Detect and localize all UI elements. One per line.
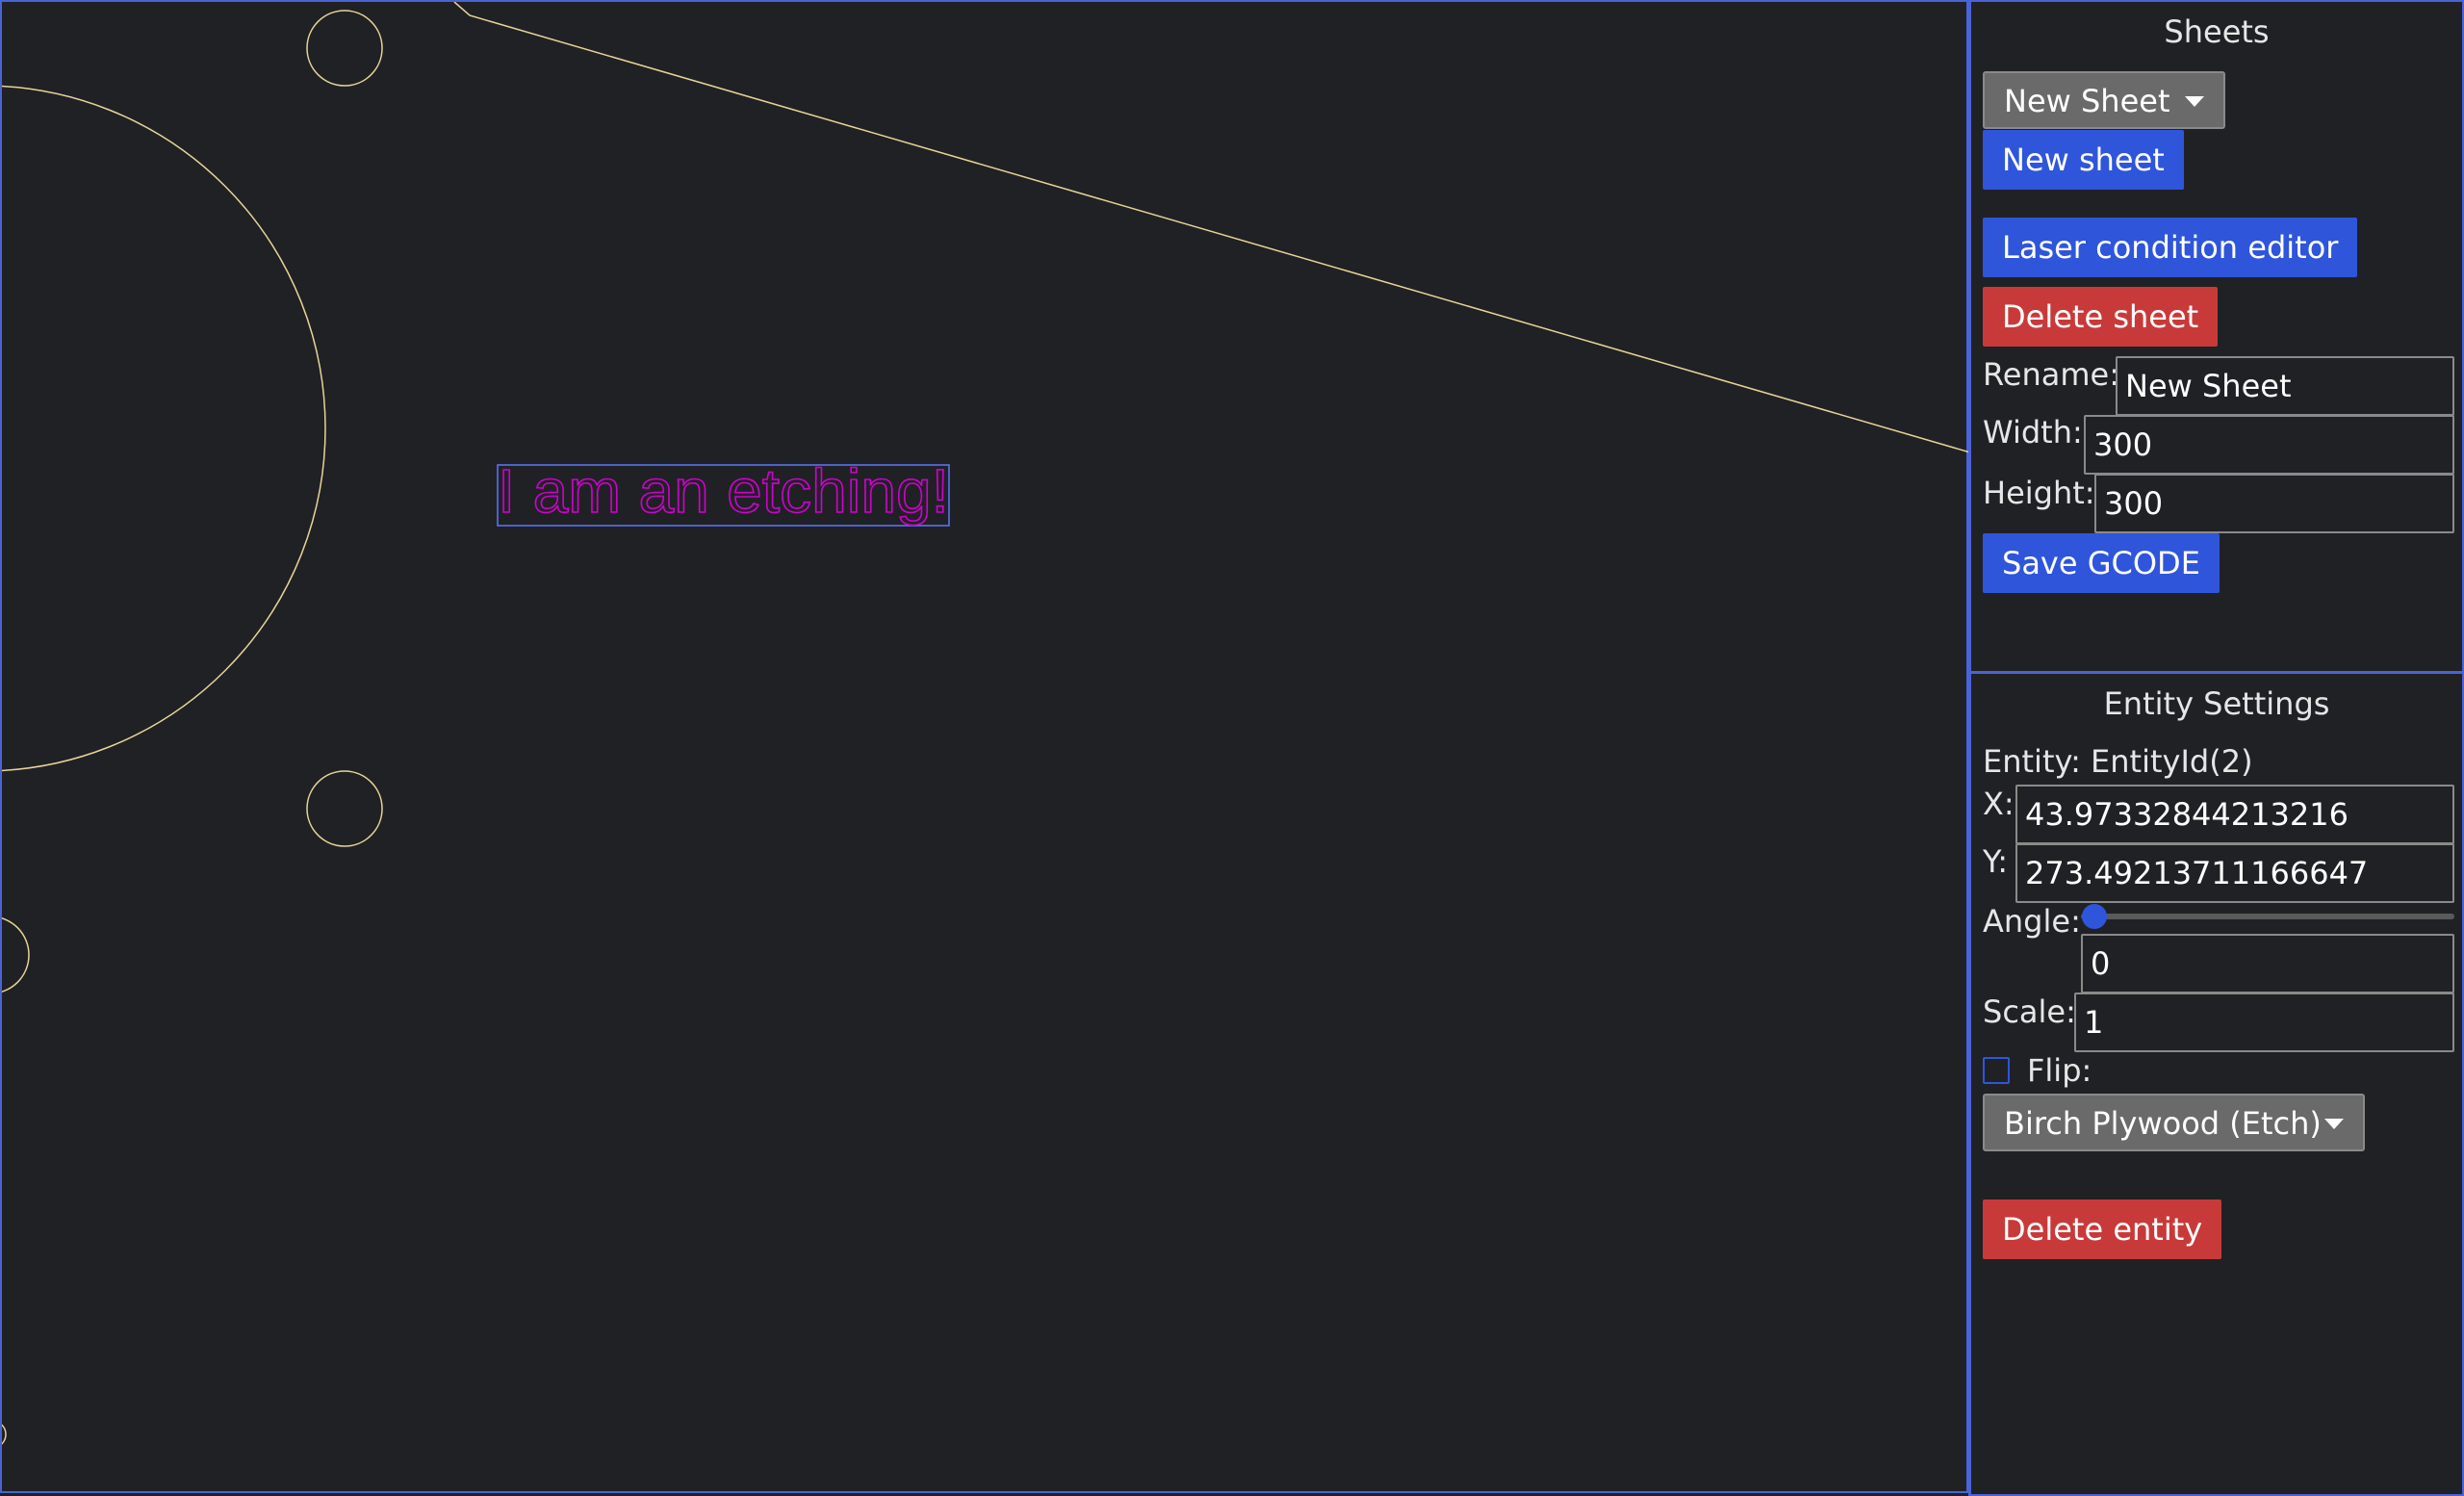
side-panel: Sheets New Sheet New sheet Laser conditi… (1968, 0, 2464, 1496)
chevron-down-icon (2324, 1119, 2344, 1129)
bottom-small-circle-shape[interactable] (306, 770, 383, 847)
scale-field[interactable]: 1 (2074, 993, 2454, 1052)
y-field[interactable]: 273.49213711166647 (2015, 843, 2454, 903)
new-sheet-button[interactable]: New sheet (1983, 130, 2184, 190)
sheets-title: Sheets (2164, 13, 2270, 50)
entity-settings-section: Entity Settings Entity: EntityId(2) X: 4… (1971, 674, 2462, 1494)
save-gcode-button[interactable]: Save GCODE (1983, 533, 2220, 593)
sheet-select-value: New Sheet (2004, 83, 2170, 119)
y-label: Y: (1983, 843, 2009, 880)
top-small-circle-shape[interactable] (306, 10, 383, 87)
left-partial-circle-shape[interactable] (2, 916, 30, 993)
chevron-down-icon (2185, 96, 2204, 107)
rename-label: Rename: (1983, 356, 2120, 393)
angle-field[interactable]: 0 (2081, 934, 2454, 993)
rename-field[interactable]: New Sheet (2116, 356, 2454, 416)
sheet-select-dropdown[interactable]: New Sheet (1983, 71, 2225, 129)
laser-condition-editor-button[interactable]: Laser condition editor (1983, 218, 2358, 277)
flip-checkbox[interactable] (1983, 1057, 2010, 1084)
angle-slider-handle[interactable] (2082, 904, 2107, 929)
flip-label: Flip: (2027, 1052, 2092, 1089)
width-label: Width: (1983, 414, 2083, 451)
material-value: Birch Plywood (Etch) (2004, 1105, 2322, 1142)
material-dropdown[interactable]: Birch Plywood (Etch) (1983, 1094, 2365, 1151)
drawing-canvas[interactable]: I am an etching! (0, 0, 1970, 1495)
canvas-drawing[interactable]: I am an etching! (2, 2, 1970, 1495)
width-field[interactable]: 300 (2084, 415, 2454, 475)
delete-entity-button[interactable]: Delete entity (1983, 1199, 2222, 1259)
bottom-left-partial-circle-shape[interactable] (2, 1421, 7, 1448)
height-label: Height: (1983, 475, 2095, 511)
angle-label: Angle: (1983, 903, 2081, 940)
etching-text[interactable]: I am an etching! (497, 455, 950, 527)
angle-slider[interactable] (2081, 914, 2454, 919)
diagonal-cut-line[interactable] (453, 2, 1970, 453)
entity-settings-title: Entity Settings (2103, 685, 2330, 722)
sheets-section: Sheets New Sheet New sheet Laser conditi… (1971, 2, 2462, 674)
height-field[interactable]: 300 (2094, 474, 2454, 533)
entity-id-label: Entity: EntityId(2) (1983, 743, 2253, 780)
scale-label: Scale: (1983, 993, 2076, 1030)
delete-sheet-button[interactable]: Delete sheet (1983, 287, 2219, 347)
large-circle-shape[interactable] (2, 85, 326, 772)
x-label: X: (1983, 786, 2015, 822)
x-field[interactable]: 43.97332844213216 (2015, 785, 2454, 844)
